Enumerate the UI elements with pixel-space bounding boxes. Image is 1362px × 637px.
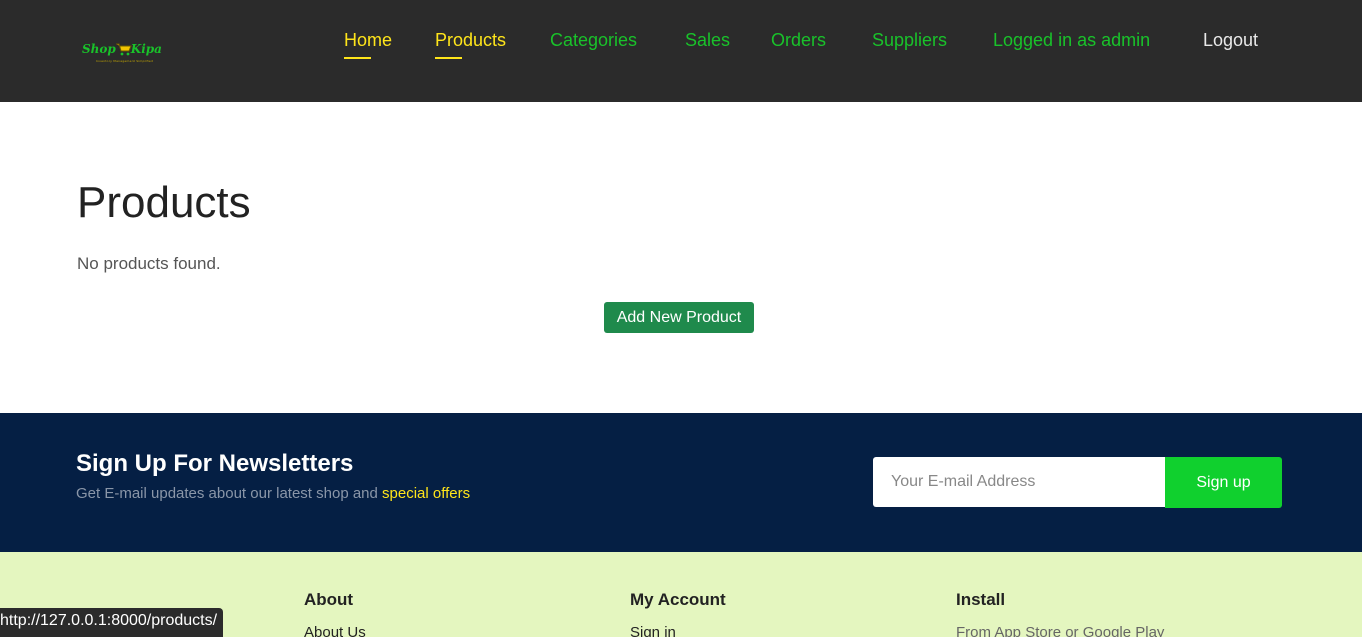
page-title: Products (77, 178, 251, 227)
newsletter-signup-button[interactable]: Sign up (1165, 457, 1282, 508)
newsletter-email-input[interactable] (873, 457, 1165, 507)
logo-word-kipa: Kipa (130, 42, 162, 56)
footer-link-about-us[interactable]: About Us (304, 624, 366, 637)
nav-logged-in-user[interactable]: Logged in as admin (993, 30, 1150, 51)
footer-link-sign-in[interactable]: Sign in (630, 624, 676, 637)
footer-heading-my-account: My Account (630, 590, 726, 609)
logo-word-shop: Shop (82, 42, 116, 56)
browser-status-url: http://127.0.0.1:8000/products/ (0, 608, 224, 637)
newsletter-subtitle-text: Get E-mail updates about our latest shop… (76, 485, 383, 502)
footer-install-text: From App Store or Google Play (956, 624, 1165, 637)
newsletter-title: Sign Up For Newsletters (76, 450, 354, 477)
footer-heading-about: About (304, 590, 354, 609)
nav-categories[interactable]: Categories (550, 30, 637, 51)
add-new-product-button[interactable]: Add New Product (604, 302, 754, 333)
nav-sales[interactable]: Sales (685, 30, 730, 51)
nav-orders[interactable]: Orders (771, 30, 826, 51)
site-header: Shop Kipa Inventory Management Simplified… (0, 0, 1362, 102)
nav-logout[interactable]: Logout (1203, 30, 1258, 51)
newsletter-section: Sign Up For Newsletters Get E-mail updat… (0, 413, 1362, 552)
newsletter-subtitle: Get E-mail updates about our latest shop… (76, 485, 470, 502)
nav-suppliers[interactable]: Suppliers (872, 30, 947, 51)
nav-products[interactable]: Products (435, 30, 506, 59)
nav-home[interactable]: Home (344, 30, 392, 59)
footer-heading-install: Install (956, 590, 1006, 609)
newsletter-highlight: special offers (382, 485, 471, 502)
logo[interactable]: Shop Kipa Inventory Management Simplified (80, 36, 172, 68)
shopping-cart-icon (116, 43, 132, 56)
logo-tagline: Inventory Management Simplified (96, 59, 154, 63)
empty-state-message: No products found. (77, 254, 221, 273)
